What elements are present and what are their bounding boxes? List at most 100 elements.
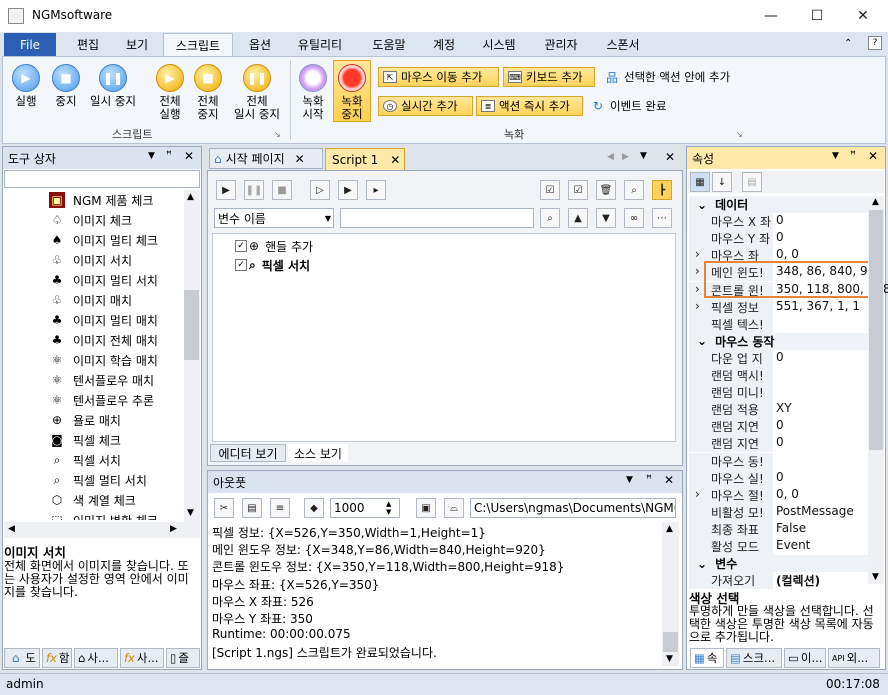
toolbox-pin-icon[interactable]: ꟸ	[166, 150, 172, 161]
property-value[interactable]: 0	[773, 435, 784, 452]
property-value[interactable]: 0	[773, 350, 784, 367]
tab-close-icon[interactable]: ✕	[295, 152, 305, 166]
toolbox-item[interactable]: ⬡ 색 계열 체크	[49, 490, 136, 510]
toolbox-dropdown-icon[interactable]: ▼	[148, 151, 155, 161]
scroll-left-icon[interactable]: ◀	[8, 524, 15, 534]
property-row[interactable]: 랜덤 지연 0	[689, 418, 869, 436]
property-value[interactable]: False	[773, 521, 806, 538]
variable-search-input[interactable]	[340, 208, 534, 228]
property-value[interactable]: 0	[773, 213, 784, 230]
run-all-button[interactable]: ▶ 전체 실행	[152, 64, 188, 121]
loop-button[interactable]: ∞	[624, 208, 644, 228]
output-erase-button[interactable]: ◆	[304, 498, 324, 518]
property-value[interactable]: 0	[773, 230, 784, 247]
stepper-arrows-icon[interactable]: ▲ ▼	[386, 500, 391, 516]
property-row[interactable]: 마우스 실! 0	[689, 469, 869, 487]
move-down-button[interactable]: ▼	[596, 208, 616, 228]
property-value[interactable]: PostMessage	[773, 504, 854, 521]
property-category[interactable]: ⌄ 데이터	[689, 196, 869, 213]
tree-item-pixel-search[interactable]: ✓ ⌕ 픽셀 서치	[235, 256, 310, 274]
property-value[interactable]: 0, 0	[773, 487, 799, 504]
checkbox-checked-icon[interactable]: ✓	[235, 259, 247, 271]
property-pages-button[interactable]: ▤	[742, 172, 762, 192]
property-row[interactable]: 마우스 X 좌0	[689, 213, 869, 231]
toolbox-item[interactable]: ▣ NGM 제품 체크	[49, 190, 153, 210]
tab-admin[interactable]: 관리자	[534, 33, 588, 56]
ribbon-collapse-icon[interactable]: ⌃	[844, 38, 852, 49]
chevron-right-icon[interactable]: ›	[695, 487, 700, 501]
tab-script-1[interactable]: Script 1 ✕	[325, 148, 405, 170]
output-save-button[interactable]: ▣	[416, 498, 436, 518]
tab-favorites[interactable]: ▯ 즐	[166, 648, 200, 668]
editor-run-button[interactable]: ▶	[216, 180, 236, 200]
property-row[interactable]: 활성 모드 Event	[689, 538, 869, 555]
chevron-right-icon[interactable]: ›	[695, 299, 700, 313]
toolbox-item[interactable]: ⊕ 욜로 매치	[49, 410, 121, 430]
property-row[interactable]: › 픽셀 정보 551, 367, 1, 1	[689, 298, 869, 316]
property-value[interactable]: (컬렉션)	[773, 572, 820, 589]
chevron-right-icon[interactable]: ›	[695, 264, 700, 278]
properties-dropdown-icon[interactable]: ▼	[832, 151, 839, 161]
toolbox-item[interactable]: ◙ 픽셀 체크	[49, 430, 121, 450]
variable-select[interactable]: 변수 이름 ▼	[214, 208, 334, 228]
check-button[interactable]: ☑	[568, 180, 588, 200]
tab-sponsor[interactable]: 스폰서	[596, 33, 650, 56]
property-category[interactable]: ⌄ 변수	[689, 555, 869, 573]
property-row[interactable]: 가져오기 (컬렉션)	[689, 572, 869, 590]
checkbox-checked-icon[interactable]: ✓	[235, 240, 247, 252]
tab-utility[interactable]: 유틸리티	[288, 33, 352, 56]
property-value[interactable]	[773, 453, 776, 470]
add-mouse-move-button[interactable]: ⇱ 마우스 이동 추가	[378, 67, 499, 87]
step-into-button[interactable]: ▶	[338, 180, 358, 200]
chevron-down-icon[interactable]: ⌄	[697, 334, 707, 348]
scroll-up-icon[interactable]: ▲	[187, 192, 194, 202]
tab-editor-view[interactable]: 에디터 보기	[210, 444, 286, 462]
tab-account[interactable]: 계정	[422, 33, 466, 56]
property-row[interactable]: 픽셀 텍스!	[689, 315, 869, 333]
categorized-button[interactable]: ▦	[690, 172, 710, 192]
alphabetical-button[interactable]: ↓	[712, 172, 732, 192]
output-list-button[interactable]: ≡	[270, 498, 290, 518]
toolbox-item[interactable]: ♣ 이미지 멀티 서치	[49, 270, 158, 290]
tab-help[interactable]: 도움말	[362, 33, 416, 56]
toolbox-search-input[interactable]	[4, 170, 200, 188]
property-value[interactable]	[773, 384, 776, 401]
property-value[interactable]	[773, 367, 776, 384]
close-button[interactable]: ✕	[840, 0, 886, 32]
more-button[interactable]: ⋯	[652, 208, 672, 228]
tab-list-icon[interactable]: ▼	[640, 151, 647, 161]
tab-scroll-right-icon[interactable]: ▶	[622, 152, 629, 162]
tab-system[interactable]: 시스템	[474, 33, 524, 56]
maximize-button[interactable]: ☐	[794, 0, 840, 32]
toolbox-item[interactable]: ⚛ 텐서플로우 매치	[49, 370, 155, 390]
tab-toolbox[interactable]: ⌂ 도	[4, 648, 40, 668]
record-group-launcher-icon[interactable]: ↘	[736, 130, 743, 139]
toolbox-item[interactable]: ♧ 이미지 매치	[49, 290, 132, 310]
property-value[interactable]: Event	[773, 538, 810, 555]
file-tab[interactable]: File	[4, 33, 56, 56]
tree-item-add-handle[interactable]: ✓ ⊕ 핸들 추가	[235, 237, 313, 255]
property-value[interactable]: 0	[773, 418, 784, 435]
scroll-down-icon[interactable]: ▼	[666, 654, 673, 664]
toolbox-item[interactable]: ⌕ 픽셀 멀티 서치	[49, 470, 147, 490]
property-row[interactable]: 마우스 동!	[689, 452, 869, 470]
chevron-right-icon[interactable]: ›	[695, 247, 700, 261]
property-row[interactable]: 비활성 모! PostMessage	[689, 503, 869, 521]
tab-edit[interactable]: 편집	[62, 33, 114, 56]
toolbox-item[interactable]: ♤ 이미지 체크	[49, 210, 132, 230]
add-realtime-button[interactable]: ◷ 실시간 추가	[378, 96, 473, 116]
tree-view-button[interactable]: ┣	[652, 180, 672, 200]
property-row[interactable]: 랜덤 적용 XY	[689, 401, 869, 419]
tab-options[interactable]: 옵션	[237, 33, 283, 56]
toolbox-item[interactable]: ⬚이미지 변환 체크	[49, 510, 158, 520]
property-value[interactable]: XY	[773, 401, 792, 418]
toolbox-item[interactable]: ⌕ 픽셀 서치	[49, 450, 121, 470]
scroll-down-icon[interactable]: ▼	[187, 508, 194, 518]
properties-scroll-thumb[interactable]	[869, 210, 883, 450]
tab-properties[interactable]: ▦ 속	[690, 648, 724, 668]
scroll-up-icon[interactable]: ▲	[872, 197, 879, 207]
property-value[interactable]: 551, 367, 1, 1	[773, 299, 860, 316]
toolbox-item[interactable]: ♣ 이미지 전체 매치	[49, 330, 158, 350]
toolbox-item[interactable]: ⚛ 텐서플로우 추론	[49, 390, 155, 410]
script-group-launcher-icon[interactable]: ↘	[274, 130, 281, 139]
